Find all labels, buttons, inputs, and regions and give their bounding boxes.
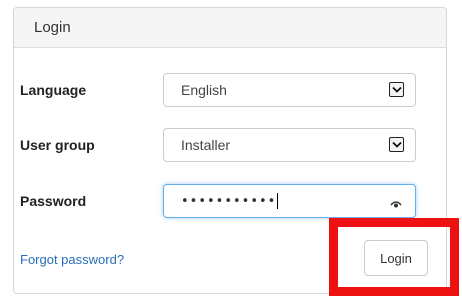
language-value: English <box>181 82 227 98</box>
language-label: Language <box>20 82 87 98</box>
login-page: Login Language English User group Instal… <box>0 0 462 302</box>
user-group-label: User group <box>20 137 95 153</box>
forgot-password-link[interactable]: Forgot password? <box>20 252 124 267</box>
panel-title: Login <box>34 19 71 36</box>
language-select[interactable]: English <box>163 73 416 107</box>
user-group-value: Installer <box>181 137 231 153</box>
user-group-select[interactable]: Installer <box>163 128 416 162</box>
chevron-down-icon[interactable] <box>389 82 404 97</box>
password-label: Password <box>20 193 87 209</box>
eye-icon[interactable] <box>390 196 402 208</box>
panel-header: Login <box>14 8 446 48</box>
chevron-down-icon[interactable] <box>389 137 404 152</box>
login-button[interactable]: Login <box>364 240 428 276</box>
password-masked-value: ••••••••••• <box>181 193 277 209</box>
text-caret <box>277 193 279 209</box>
password-input[interactable]: ••••••••••• <box>163 184 416 218</box>
